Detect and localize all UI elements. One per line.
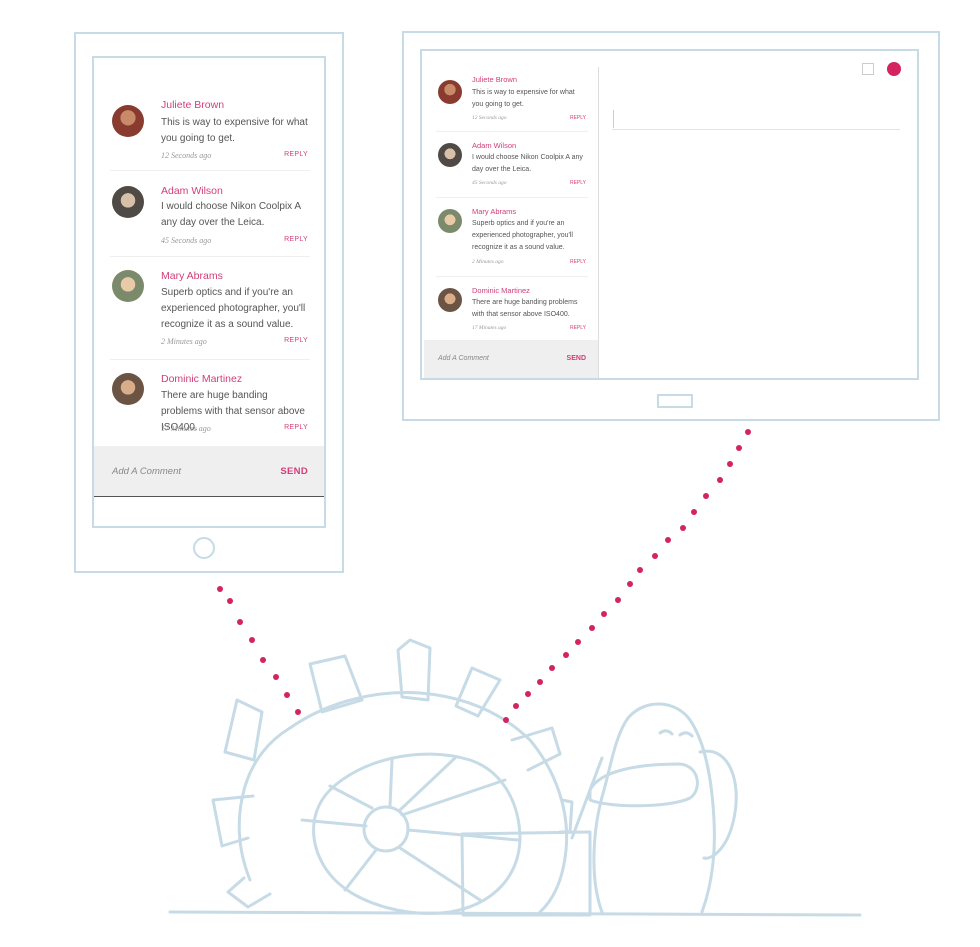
connector-dots-right: [503, 429, 751, 723]
gear-rim: [288, 691, 569, 914]
gear-character-illustration: [168, 429, 862, 917]
connector-dots-left: [217, 586, 301, 715]
gear-rim-left: [237, 726, 292, 882]
